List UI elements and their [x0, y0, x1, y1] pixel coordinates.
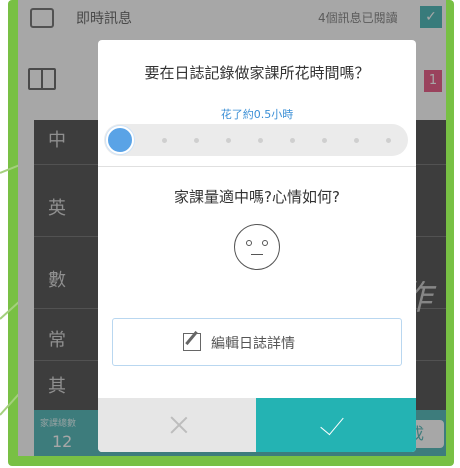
face-eye	[262, 240, 268, 246]
slider-step	[322, 138, 327, 143]
slider-step	[258, 138, 263, 143]
slider-knob[interactable]	[106, 126, 134, 154]
dialog-divider	[98, 166, 416, 167]
time-slider[interactable]	[104, 124, 408, 156]
time-question: 要在日誌記錄做家課所花時間嗎？	[144, 64, 370, 82]
slider-step	[290, 138, 295, 143]
app-screen: 即時訊息 4個訊息已閱讀 ✓ 1 中 英 數 常 其 文 數作 家課總數 12 …	[18, 0, 446, 456]
neutral-face-icon[interactable]	[234, 224, 280, 270]
face-mouth	[251, 254, 263, 255]
homework-log-dialog: 要在日誌記錄做家課所花時間嗎？ 花了約0.5小時 家課量適中嗎?心情如何? 編輯…	[98, 40, 416, 452]
confirm-button[interactable]	[256, 398, 416, 452]
slider-step	[162, 138, 167, 143]
edit-diary-button[interactable]: 編輯日誌詳情	[112, 318, 402, 366]
time-hint: 花了約0.5小時	[220, 108, 294, 121]
edit-diary-label: 編輯日誌詳情	[211, 336, 295, 352]
face-eye	[246, 240, 252, 246]
mood-question: 家課量適中嗎?心情如何?	[174, 188, 340, 206]
cancel-button[interactable]	[98, 398, 256, 452]
slider-step	[226, 138, 231, 143]
slider-step	[386, 138, 391, 143]
close-icon	[168, 414, 190, 436]
edit-icon	[183, 333, 201, 351]
check-icon	[320, 410, 344, 436]
slider-step	[194, 138, 199, 143]
slider-step	[354, 138, 359, 143]
